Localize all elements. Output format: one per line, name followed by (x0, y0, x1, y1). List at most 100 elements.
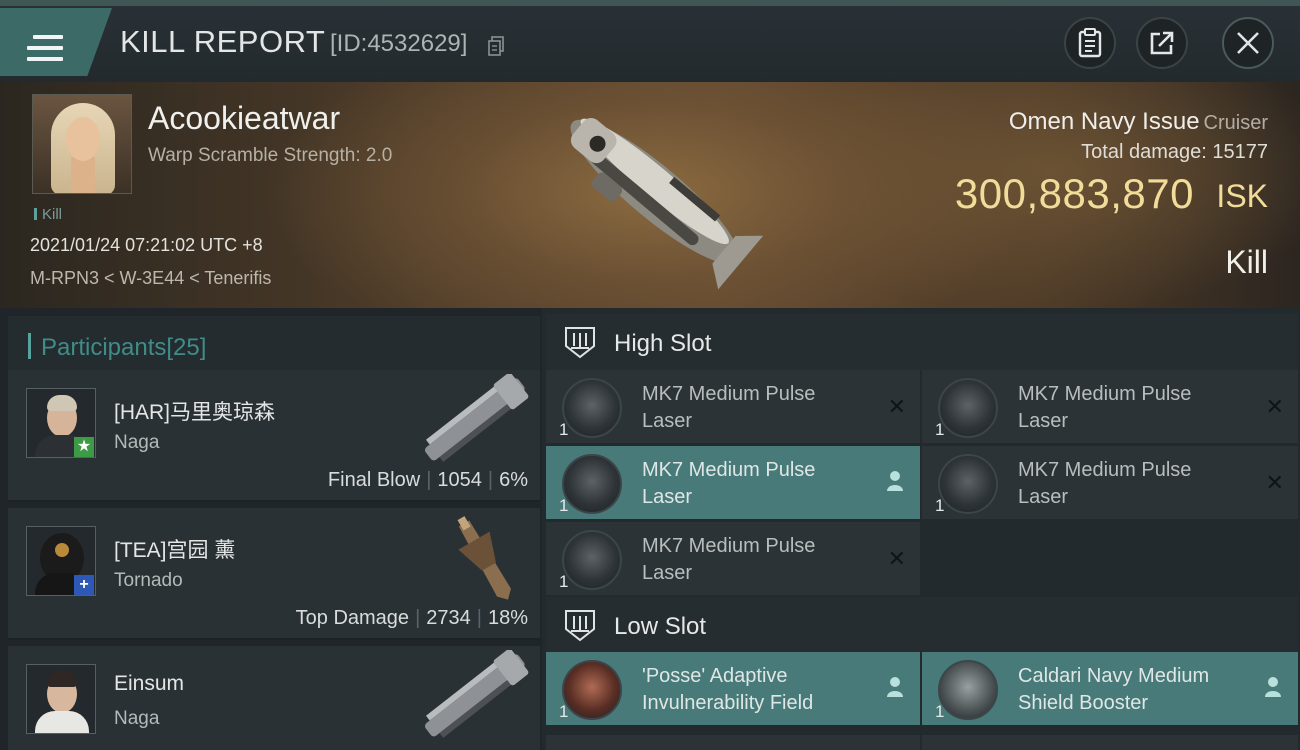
pulse-laser-icon (938, 454, 998, 514)
participant-row[interactable]: Einsum Naga (8, 646, 540, 750)
participant-damage-percent: 6% (499, 469, 528, 491)
victim-portrait[interactable] (32, 94, 132, 194)
ship-class: Cruiser (1203, 112, 1268, 134)
pulse-laser-icon (562, 378, 622, 438)
module-item[interactable]: 1 MK7 Medium Pulse Laser ✕ (922, 446, 1298, 519)
module-item[interactable]: 1 MK7 Medium Pulse Laser ✕ (922, 370, 1298, 443)
participants-panel: Participants[25] ★ [HAR]马里奥琼森 Naga Final… (0, 308, 542, 750)
participants-header: Participants[25] (8, 316, 540, 374)
victim-ship-name[interactable]: Omen Navy Issue Cruiser (1009, 108, 1268, 136)
module-item[interactable]: 1 MK7 Medium Pulse Laser ✕ (546, 370, 920, 443)
participants-label: Participants (41, 334, 167, 361)
participant-row[interactable]: + [TEA]宫园 薰 Tornado Top Damage | 2734 | 18% (8, 508, 540, 640)
module-quantity: 1 (559, 420, 569, 439)
module-quantity: 1 (935, 702, 945, 721)
dropped-person-icon (1265, 677, 1281, 697)
low-slot-header: Low Slot (546, 597, 1298, 653)
module-name: MK7 Medium Pulse Laser (642, 459, 816, 508)
module-item[interactable]: 1 MK7 Medium Pulse Laser (546, 446, 920, 519)
destroyed-x-icon: ✕ (887, 394, 906, 419)
total-damage-value: 15177 (1212, 141, 1268, 163)
participant-damage: 2734 (426, 607, 471, 629)
victim-name[interactable]: Acookieatwar (148, 100, 340, 137)
participant-name[interactable]: Einsum (114, 672, 184, 696)
participant-avatar[interactable] (26, 664, 96, 734)
destroyed-x-icon: ✕ (1265, 470, 1284, 495)
share-button[interactable] (1136, 17, 1188, 69)
high-slot-header: High Slot (546, 314, 1298, 370)
dropped-person-icon (887, 677, 903, 697)
kill-location[interactable]: M-RPN3 < W-3E44 < Tenerifis (30, 268, 271, 289)
participants-title: Participants[25] (41, 334, 206, 362)
participant-damage-percent: 18% (487, 607, 528, 629)
participant-ship-image (424, 650, 529, 738)
participant-role: Final Blow (327, 469, 421, 491)
module-quantity: 1 (935, 496, 945, 515)
kill-tag: Kill (34, 206, 62, 223)
pulse-laser-icon (562, 530, 622, 590)
share-icon (1150, 31, 1174, 55)
module-name: MK7 Medium Pulse Laser (1018, 459, 1192, 508)
kill-summary-banner: Acookieatwar Warp Scramble Strength: 2.0… (0, 82, 1300, 308)
participant-ship: Tornado (114, 570, 183, 591)
top-bar: KILL REPORT [ID:4532629] (0, 0, 1300, 82)
module-item[interactable]: 1 MK7 Medium Pulse Laser ✕ (546, 522, 920, 595)
victim-ship-image[interactable] (540, 86, 770, 298)
module-name: Caldari Navy Medium Shield Booster (1018, 665, 1210, 714)
participant-damage: 1054 (437, 469, 482, 491)
module-quantity: 1 (559, 572, 569, 591)
participants-count: [25] (166, 334, 207, 361)
module-name: MK7 Medium Pulse Laser (1018, 383, 1192, 432)
pulse-laser-icon (562, 454, 622, 514)
participant-stats: Top Damage | 2734 | 18% (295, 607, 528, 629)
menu-button[interactable] (0, 8, 112, 76)
kill-result: Kill (1225, 244, 1268, 280)
module-item-partial[interactable] (922, 735, 1298, 750)
total-damage: Total damage: 15177 (1081, 141, 1268, 164)
participant-role: Top Damage (295, 607, 410, 629)
destroyed-x-icon: ✕ (1265, 394, 1284, 419)
participants-accent-bar (28, 333, 31, 359)
slot-rack-icon (565, 610, 595, 642)
close-button[interactable] (1222, 17, 1274, 69)
module-quantity: 1 (559, 702, 569, 721)
fitting-panel: High Slot 1 MK7 Medium Pulse Laser ✕ 1 MK… (542, 308, 1300, 750)
isk-unit: ISK (1216, 178, 1268, 214)
participant-name[interactable]: [HAR]马里奥琼森 (114, 396, 275, 426)
page-title: KILL REPORT (120, 24, 326, 59)
ship-name-text: Omen Navy Issue (1008, 108, 1200, 135)
module-item-partial[interactable] (546, 735, 920, 750)
low-slot-title: Low Slot (614, 613, 707, 640)
module-name: MK7 Medium Pulse Laser (642, 383, 816, 432)
module-quantity: 1 (559, 496, 569, 515)
top-damage-plus-icon: + (74, 575, 94, 595)
module-item[interactable]: 1 'Posse' Adaptive Invulnerability Field (546, 652, 920, 725)
participant-stats: Final Blow | 1054 | 6% (327, 469, 528, 491)
final-blow-star-icon: ★ (74, 437, 94, 457)
kill-datetime: 2021/01/24 07:21:02 UTC +8 (30, 235, 263, 255)
top-accent-line (0, 0, 1300, 6)
clipboard-button[interactable] (1064, 17, 1116, 69)
shield-booster-icon (938, 660, 998, 720)
dropped-person-icon (887, 471, 903, 491)
participant-ship-image (424, 374, 529, 462)
report-id: [ID:4532629] (330, 30, 468, 57)
module-item[interactable]: 1 Caldari Navy Medium Shield Booster (922, 652, 1298, 725)
high-slot-title: High Slot (614, 330, 712, 357)
participant-ship: Naga (114, 432, 160, 453)
module-name: MK7 Medium Pulse Laser (642, 535, 816, 584)
total-damage-label: Total damage: (1081, 141, 1207, 163)
hamburger-icon[interactable] (27, 35, 63, 63)
participant-name[interactable]: [TEA]宫园 薰 (114, 534, 235, 564)
invulnerability-field-icon (562, 660, 622, 720)
participant-ship-image (457, 516, 511, 600)
module-name: 'Posse' Adaptive Invulnerability Field (642, 665, 814, 714)
participant-ship: Naga (114, 708, 160, 729)
close-icon (1237, 32, 1259, 54)
isk-value: 300,883,870 (954, 170, 1194, 217)
participant-row[interactable]: ★ [HAR]马里奥琼森 Naga Final Blow | 1054 | 6% (8, 370, 540, 502)
copy-icon[interactable] (488, 36, 505, 56)
slot-rack-icon (565, 327, 595, 359)
pulse-laser-icon (938, 378, 998, 438)
destroyed-x-icon: ✕ (887, 546, 906, 571)
